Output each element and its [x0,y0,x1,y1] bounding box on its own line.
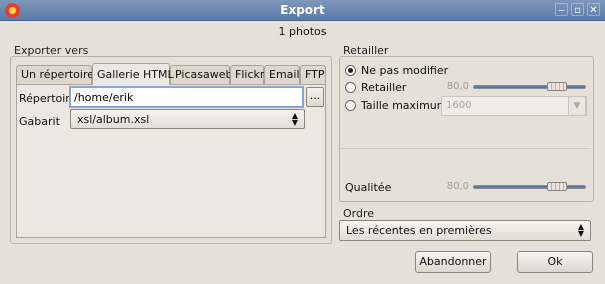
tab-ftp[interactable]: FTP [300,65,326,84]
resize-slider[interactable] [473,85,586,89]
minimize-icon[interactable]: ‒ [555,3,568,16]
quality-slider-handle[interactable] [547,182,567,191]
combo-arrows-icon: ▲ ▼ [577,222,584,238]
combo-arrows-icon: ▲ ▼ [291,111,298,127]
close-icon[interactable]: ✕ [587,3,600,16]
radio-keep-size[interactable]: Ne pas modifier [345,62,448,78]
browse-button[interactable]: ... [306,87,324,107]
template-label: Gabarit [19,115,60,128]
radio-resize[interactable]: Retailler [345,79,406,95]
cancel-button[interactable]: Abandonner [415,251,491,273]
radio-icon [345,99,356,111]
resize-value: 80,0 [446,81,469,92]
radio-max-size-label: Taille maximum [361,98,448,112]
ok-button[interactable]: Ok [517,251,593,273]
chevron-down-icon: ▼ [568,96,586,116]
directory-input[interactable] [69,86,304,108]
template-select[interactable]: xsl/album.xsl ▲ ▼ [70,109,305,129]
radio-icon [345,64,356,76]
quality-value: 80,0 [446,181,469,192]
separator [341,148,591,149]
radio-keep-size-label: Ne pas modifier [361,63,449,77]
tab-flickr[interactable]: Flickr [230,65,264,84]
radio-icon [345,81,356,93]
tab-email[interactable]: Email [264,65,300,84]
resize-slider-handle[interactable] [547,82,567,91]
quality-slider[interactable] [473,185,586,189]
tab-picasaweb[interactable]: Picasaweb [170,65,232,84]
radio-resize-label: Retailler [361,80,407,94]
template-select-value: xsl/album.xsl [77,113,150,126]
quality-label: Qualitée [345,181,392,194]
html-gallery-panel: Répertoire ... Gabarit xsl/album.xsl ▲▼ [16,84,326,238]
photo-count: 1 photos [278,25,327,38]
title-bar: Export ‒ ▫ ✕ [0,0,605,21]
tab-html-gallery[interactable]: Gallerie HTML [92,63,174,85]
max-size-value: 1600 [446,100,472,111]
tab-directory[interactable]: Un répertoire [16,65,94,84]
window-title: Export [280,3,325,17]
directory-label: Répertoire [19,92,77,105]
maximize-icon[interactable]: ▫ [571,3,584,16]
radio-max-size[interactable]: Taille maximum [345,97,448,113]
max-size-select[interactable]: 1600 ▼ [441,96,587,116]
order-select-value: Les récentes en premières [346,224,492,237]
order-select[interactable]: Les récentes en premières ▲ ▼ [339,220,591,241]
